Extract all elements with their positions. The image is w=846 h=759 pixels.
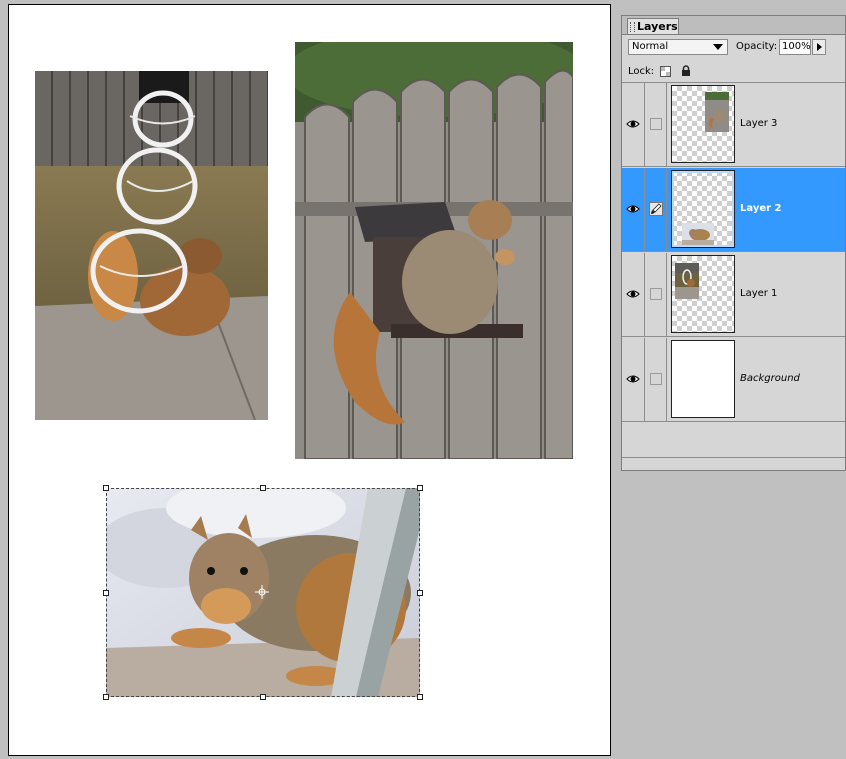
layer1-photo-fence[interactable] [295,42,573,459]
brush-toggle[interactable] [645,168,667,251]
eye-icon [626,290,640,298]
transform-handle-top-center[interactable] [260,485,266,491]
transform-handle-bottom-center[interactable] [260,694,266,700]
fence-photo-image [295,42,573,459]
blend-mode-value: Normal [632,41,669,52]
layer-name[interactable]: Layer 2 [740,203,781,214]
layers-tab-label: Layers [637,20,678,33]
layer-thumbnail[interactable] [671,85,735,163]
eye-icon [626,205,640,213]
transform-handle-bottom-left[interactable] [103,694,109,700]
transform-handle-middle-left[interactable] [103,590,109,596]
tab-grip-icon[interactable] [630,22,635,32]
transform-handle-middle-right[interactable] [417,590,423,596]
link-toggle[interactable] [645,253,667,336]
opacity-field[interactable]: 100% [779,39,811,55]
link-toggle[interactable] [645,338,667,421]
transform-handle-bottom-right[interactable] [417,694,423,700]
lock-label: Lock: [628,66,655,77]
thumbnail-image [682,223,714,245]
blend-mode-select[interactable]: Normal [628,39,728,55]
layer-thumbnail[interactable] [671,170,735,248]
document-canvas[interactable] [8,4,611,756]
visibility-toggle[interactable] [622,253,645,336]
link-empty-icon [650,373,662,385]
layer-name[interactable]: Layer 3 [740,118,777,129]
thumbnail-image [705,92,729,132]
lock-transparency-icon[interactable] [660,66,671,77]
visibility-toggle[interactable] [622,338,645,421]
lock-all-icon[interactable] [680,65,692,77]
layer3-photo-feeder[interactable] [35,71,268,420]
layer-name[interactable]: Background [740,373,800,384]
layer-row-background[interactable]: Background [622,338,845,422]
layer-row-layer-2[interactable]: Layer 2 [622,168,845,252]
opacity-label: Opacity: [736,41,778,52]
thumbnail-image [675,263,699,299]
layers-tab[interactable]: Layers [627,18,679,34]
layer-row-layer-1[interactable]: Layer 1 [622,253,845,337]
eye-icon [626,375,640,383]
transform-handle-top-left[interactable] [103,485,109,491]
eye-icon [626,120,640,128]
layer-name[interactable]: Layer 1 [740,288,777,299]
visibility-toggle[interactable] [622,168,645,251]
opacity-value: 100% [782,41,811,52]
link-empty-icon [650,118,662,130]
feeder-photo-image [35,71,268,420]
layer-thumbnail[interactable] [671,340,735,418]
palette-tabbar: Layers [622,16,845,35]
transform-handle-top-right[interactable] [417,485,423,491]
layer-row-layer-3[interactable]: Layer 3 [622,83,845,167]
transform-bounding-box[interactable] [103,485,423,700]
layers-palette: Layers Normal Opacity: 100% Lock: Layer … [621,15,846,471]
link-toggle[interactable] [645,83,667,166]
transform-center-icon[interactable] [255,585,269,599]
opacity-slider-button[interactable] [812,39,826,55]
visibility-toggle[interactable] [622,83,645,166]
paintbrush-icon [649,202,663,216]
palette-footer [622,457,845,458]
link-empty-icon [650,288,662,300]
chevron-down-icon [713,44,723,50]
layer-thumbnail[interactable] [671,255,735,333]
